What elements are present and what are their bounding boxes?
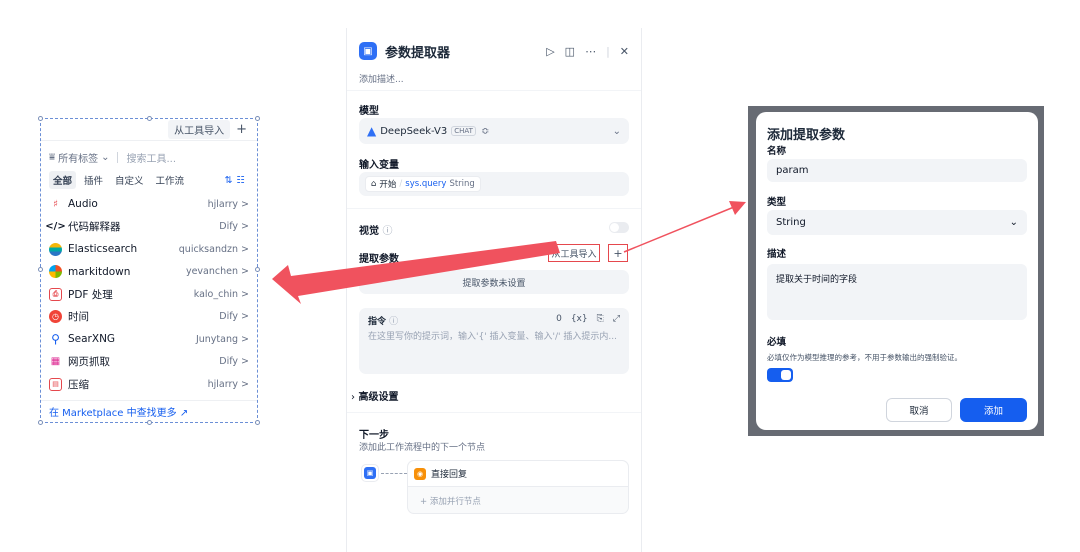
arrow-to-dialog-shaft — [623, 206, 735, 253]
arrow-to-tool-picker — [272, 241, 560, 304]
annotation-arrows — [272, 201, 746, 304]
